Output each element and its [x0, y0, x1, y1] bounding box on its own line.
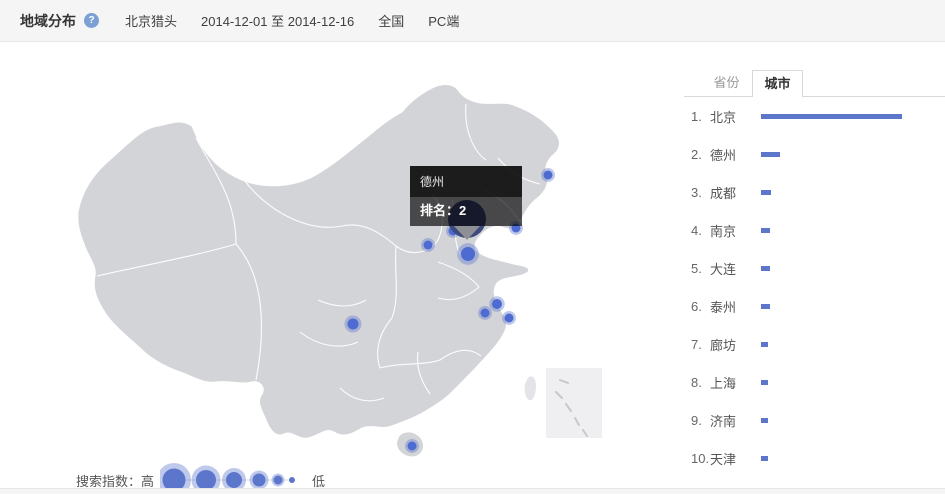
tooltip-rank: 排名：2 [410, 197, 522, 226]
ranking-row[interactable]: 3.成都 [684, 173, 945, 211]
tooltip-city: 德州 [410, 166, 522, 197]
city-name: 天津 [710, 449, 761, 468]
page-title: 地域分布 [20, 11, 76, 31]
city-name: 南京 [710, 221, 761, 240]
city-name: 德州 [710, 145, 761, 164]
city-name: 成都 [710, 183, 761, 202]
rank-number: 6. [684, 299, 710, 314]
rank-number: 4. [684, 223, 710, 238]
query-meta: 北京猎头 2014-12-01 至 2014-12-16 全国 PC端 [125, 11, 459, 30]
city-marker[interactable] [502, 311, 516, 325]
city-name: 上海 [710, 373, 761, 392]
city-marker[interactable] [541, 168, 555, 182]
platform-label: PC端 [428, 11, 459, 30]
rank-bar [761, 304, 770, 309]
city-marker[interactable] [478, 306, 492, 320]
region-label: 全国 [378, 11, 404, 30]
city-marker[interactable] [344, 315, 361, 332]
city-name: 北京 [710, 107, 761, 126]
rank-number: 8. [684, 375, 710, 390]
city-marker[interactable] [457, 243, 479, 265]
rank-number: 1. [684, 109, 710, 124]
rank-number: 5. [684, 261, 710, 276]
ranking-sidebar: 省份 城市 1.北京2.德州3.成都4.南京5.大连6.泰州7.廊坊8.上海9.… [684, 42, 945, 488]
ranking-row[interactable]: 5.大连 [684, 249, 945, 287]
rank-bar [761, 266, 770, 271]
header-bar: 地域分布 ? 北京猎头 2014-12-01 至 2014-12-16 全国 P… [0, 0, 945, 42]
rank-bar [761, 380, 768, 385]
ranking-row[interactable]: 9.济南 [684, 401, 945, 439]
legend-circle [289, 477, 295, 483]
taiwan-island [525, 376, 536, 400]
rank-number: 9. [684, 413, 710, 428]
legend-circle [250, 471, 269, 490]
legend-low-label: 低 [312, 471, 325, 490]
city-name: 廊坊 [710, 335, 761, 354]
keyword-label: 北京猎头 [125, 11, 177, 30]
rank-bar [761, 190, 771, 195]
rank-bar [761, 456, 768, 461]
bottom-strip [0, 488, 945, 494]
geo-distribution-panel: 地域分布 ? 北京猎头 2014-12-01 至 2014-12-16 全国 P… [0, 0, 945, 494]
china-map-land[interactable] [78, 85, 560, 439]
rank-number: 10. [684, 451, 710, 466]
legend-circle [272, 474, 285, 487]
rank-bar [761, 114, 902, 119]
ranking-row[interactable]: 6.泰州 [684, 287, 945, 325]
rank-number: 7. [684, 337, 710, 352]
help-icon[interactable]: ? [84, 13, 99, 28]
rank-number: 3. [684, 185, 710, 200]
city-name: 济南 [710, 411, 761, 430]
city-marker[interactable] [489, 296, 505, 312]
map-tooltip: 德州 排名：2 [410, 166, 522, 226]
rank-bar [761, 342, 768, 347]
tab-province[interactable]: 省份 [701, 70, 752, 96]
rank-bar [761, 228, 770, 233]
ranking-row[interactable]: 1.北京 [684, 97, 945, 135]
date-range-label: 2014-12-01 至 2014-12-16 [201, 11, 354, 30]
city-ranking-list: 1.北京2.德州3.成都4.南京5.大连6.泰州7.廊坊8.上海9.济南10.天… [684, 97, 945, 477]
rank-bar [761, 152, 780, 157]
city-marker[interactable] [405, 439, 419, 453]
city-name: 泰州 [710, 297, 761, 316]
ranking-row[interactable]: 10.天津 [684, 439, 945, 477]
ranking-row[interactable]: 4.南京 [684, 211, 945, 249]
rank-number: 2. [684, 147, 710, 162]
tab-city[interactable]: 城市 [752, 70, 803, 97]
city-name: 大连 [710, 259, 761, 278]
tooltip-pointer-icon [454, 226, 480, 240]
city-marker[interactable] [421, 238, 435, 252]
legend-high-label: 搜索指数：高 [76, 471, 154, 490]
ranking-row[interactable]: 8.上海 [684, 363, 945, 401]
ranking-row[interactable]: 7.廊坊 [684, 325, 945, 363]
rank-bar [761, 418, 768, 423]
south-sea-inset [546, 368, 602, 438]
ranking-row[interactable]: 2.德州 [684, 135, 945, 173]
